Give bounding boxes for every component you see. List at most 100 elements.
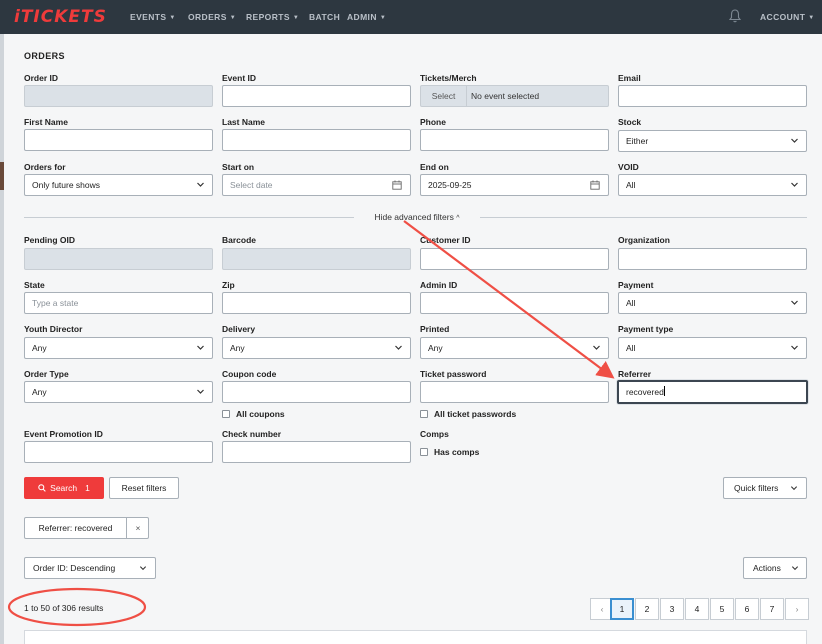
chevron-down-icon [791, 566, 799, 571]
pagination-page-7[interactable]: 7 [760, 598, 784, 620]
checkbox-box[interactable] [222, 410, 230, 418]
organization-label: Organization [618, 235, 670, 245]
coupon-code-input[interactable] [222, 381, 411, 403]
state-placeholder: Type a state [32, 298, 79, 308]
event-promotion-id-label: Event Promotion ID [24, 429, 103, 439]
end-on-label: End on [420, 162, 449, 172]
organization-input[interactable] [618, 248, 807, 270]
sort-select[interactable]: Order ID: Descending [24, 557, 156, 579]
order-type-label: Order Type [24, 369, 69, 379]
youth-director-select[interactable]: Any [24, 337, 213, 359]
start-on-date-input[interactable]: Select date [222, 174, 411, 196]
nav-label: ADMIN [347, 12, 377, 22]
chevron-down-icon: ▼ [292, 15, 300, 21]
phone-input[interactable] [420, 129, 609, 151]
hide-advanced-filters-toggle[interactable]: Hide advanced filters ^ [356, 212, 478, 222]
admin-id-input[interactable] [420, 292, 609, 314]
event-id-label: Event ID [222, 73, 257, 83]
check-number-input[interactable] [222, 441, 411, 463]
orders-for-select[interactable]: Only future shows [24, 174, 213, 196]
nav-orders[interactable]: ORDERS ▼ [188, 12, 236, 22]
nav-admin[interactable]: ADMIN ▼ [347, 12, 386, 22]
pagination-page-6[interactable]: 6 [735, 598, 759, 620]
start-on-placeholder: Select date [230, 180, 273, 190]
state-input[interactable]: Type a state [24, 292, 213, 314]
reset-filters-button[interactable]: Reset filters [109, 477, 179, 499]
pagination-page-4[interactable]: 4 [685, 598, 709, 620]
itickets-logo[interactable]: iTICKETS [14, 7, 107, 27]
chevron-down-icon: ▼ [169, 15, 176, 21]
has-comps-label: Has comps [434, 447, 480, 457]
has-comps-checkbox[interactable]: Has comps [420, 447, 479, 457]
chevron-down-icon [791, 182, 798, 187]
stock-select[interactable]: Either [618, 130, 807, 152]
printed-label: Printed [420, 324, 450, 334]
calendar-icon [392, 180, 402, 190]
admin-id-label: Admin ID [420, 280, 458, 290]
nav-account[interactable]: ACCOUNT ▼ [760, 12, 815, 22]
all-coupons-checkbox[interactable]: All coupons [222, 409, 285, 419]
event-id-input[interactable] [222, 85, 411, 107]
zip-input[interactable] [222, 292, 411, 314]
close-icon[interactable]: × [128, 518, 148, 538]
text-cursor [663, 386, 665, 396]
pagination-page-2[interactable]: 2 [635, 598, 659, 620]
state-label: State [24, 280, 45, 290]
search-button[interactable]: Search 1 [24, 477, 104, 499]
pagination-page-3[interactable]: 3 [660, 598, 684, 620]
event-promotion-id-input[interactable] [24, 441, 213, 463]
tickets-merch-combo: Select No event selected [420, 85, 609, 107]
payment-type-select[interactable]: All [618, 337, 807, 359]
pagination-page-1[interactable]: 1 [610, 598, 634, 620]
all-ticket-passwords-checkbox[interactable]: All ticket passwords [420, 409, 516, 419]
delivery-label: Delivery [222, 324, 256, 334]
nav-events[interactable]: EVENTS ▼ [130, 12, 176, 22]
delivery-select[interactable]: Any [222, 337, 411, 359]
referrer-label: Referrer [618, 369, 652, 379]
phone-label: Phone [420, 117, 446, 127]
end-on-date-input[interactable]: 2025-09-25 [420, 174, 609, 196]
void-select[interactable]: All [618, 174, 807, 196]
top-navbar: iTICKETS EVENTS ▼ ORDERS ▼ REPORTS ▼ BATCH … [0, 0, 822, 34]
referrer-input[interactable]: recovered [617, 380, 808, 404]
email-input[interactable] [618, 85, 807, 107]
nav-label: BATCH [309, 12, 341, 22]
payment-type-label: Payment type [618, 324, 674, 334]
table-row[interactable] [24, 630, 807, 644]
order-id-input[interactable] [24, 85, 213, 107]
barcode-input[interactable] [222, 248, 411, 270]
pagination-next[interactable]: › [785, 598, 809, 620]
last-name-input[interactable] [222, 129, 411, 151]
actions-button[interactable]: Actions [743, 557, 807, 579]
nav-reports[interactable]: REPORTS ▼ [246, 12, 299, 22]
pagination-page-5[interactable]: 5 [710, 598, 734, 620]
order-type-value: Any [32, 387, 47, 397]
comps-label: Comps [420, 429, 449, 439]
customer-id-input[interactable] [420, 248, 609, 270]
active-filter-label: Referrer: recovered [25, 518, 127, 538]
search-label: Search [50, 483, 78, 493]
tickets-merch-value: No event selected [471, 91, 540, 101]
payment-select[interactable]: All [618, 292, 807, 314]
nav-batch[interactable]: BATCH [309, 12, 340, 22]
quick-filters-button[interactable]: Quick filters [723, 477, 807, 499]
ticket-password-input[interactable] [420, 381, 609, 403]
first-name-input[interactable] [24, 129, 213, 151]
chevron-down-icon [791, 300, 798, 305]
checkbox-box[interactable] [420, 410, 428, 418]
chevron-down-icon [593, 345, 600, 350]
tickets-merch-select-button[interactable]: Select [421, 86, 467, 106]
chevron-down-icon [197, 182, 204, 187]
last-name-label: Last Name [222, 117, 265, 127]
tickets-merch-label: Tickets/Merch [420, 73, 477, 83]
chevron-down-icon [139, 566, 147, 571]
order-type-select[interactable]: Any [24, 381, 213, 403]
checkbox-box[interactable] [420, 448, 428, 456]
bell-icon[interactable] [729, 9, 741, 23]
chevron-down-icon [791, 345, 798, 350]
printed-select[interactable]: Any [420, 337, 609, 359]
barcode-label: Barcode [222, 235, 257, 245]
email-label: Email [618, 73, 641, 83]
search-icon [38, 484, 46, 492]
pending-oid-input[interactable] [24, 248, 213, 270]
